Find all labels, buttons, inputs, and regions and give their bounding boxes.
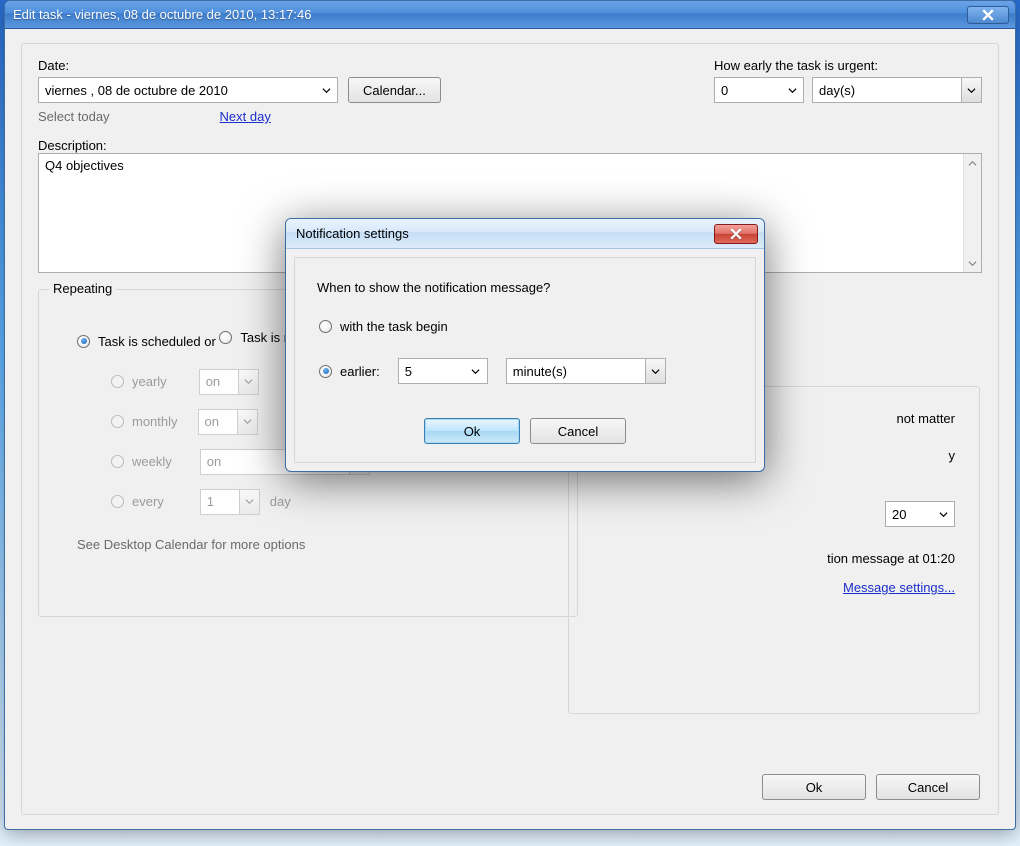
calendar-button[interactable]: Calendar... (348, 77, 441, 103)
chevron-down-icon (783, 78, 801, 102)
chevron-down-icon (645, 359, 665, 383)
modal-ok-button[interactable]: Ok (424, 418, 520, 444)
chevron-down-icon (934, 502, 952, 526)
date-value: viernes , 08 de octubre de 2010 (45, 83, 228, 98)
modal-question: When to show the notification message? (317, 280, 733, 295)
radio-every: every (111, 494, 164, 509)
main-close-button[interactable] (967, 6, 1009, 24)
date-picker[interactable]: viernes , 08 de octubre de 2010 (38, 77, 338, 103)
message-settings-link[interactable]: Message settings... (843, 580, 955, 595)
scroll-down-icon (964, 254, 981, 272)
modal-titlebar[interactable]: Notification settings (286, 219, 764, 249)
radio-earlier[interactable]: earlier: (319, 364, 380, 379)
repeating-title: Repeating (49, 281, 116, 296)
every-amount-select: 1 (200, 489, 260, 515)
main-ok-button[interactable]: Ok (762, 774, 866, 800)
radio-monthly: monthly (111, 414, 178, 429)
main-titlebar[interactable]: Edit task - viernes, 08 de octubre de 20… (5, 1, 1015, 29)
radio-with-begin[interactable]: with the task begin (319, 319, 733, 334)
radio-yearly: yearly (111, 374, 167, 389)
modal-title: Notification settings (296, 226, 714, 241)
earlier-amount-select[interactable]: 5 (398, 358, 488, 384)
select-today-link[interactable]: Select today (38, 109, 110, 124)
next-day-link[interactable]: Next day (220, 109, 271, 124)
window-title: Edit task - viernes, 08 de octubre de 20… (13, 7, 967, 22)
date-label: Date: (38, 58, 69, 73)
radio-task-once[interactable]: Task is scheduled or (77, 334, 216, 349)
monthly-on-select: on (198, 409, 258, 435)
main-cancel-button[interactable]: Cancel (876, 774, 980, 800)
scroll-up-icon (964, 154, 981, 172)
yearly-on-select: on (199, 369, 259, 395)
earlier-unit-select[interactable]: minute(s) (506, 358, 666, 384)
urgent-unit-select[interactable]: day(s) (812, 77, 982, 103)
scrollbar[interactable] (963, 154, 981, 272)
chevron-down-icon (961, 78, 981, 102)
urgent-label: How early the task is urgent: (714, 58, 878, 73)
modal-close-button[interactable] (714, 224, 758, 244)
urgent-amount-select[interactable]: 0 (714, 77, 804, 103)
chevron-down-icon (467, 359, 485, 383)
chevron-down-icon (317, 78, 335, 102)
modal-cancel-button[interactable]: Cancel (530, 418, 626, 444)
close-icon (982, 9, 994, 21)
radio-weekly: weekly (111, 454, 172, 469)
notification-settings-dialog: Notification settings When to show the n… (285, 218, 765, 560)
description-label: Description: (38, 138, 107, 153)
right-time-select[interactable]: 20 (885, 501, 955, 527)
close-icon (730, 228, 742, 240)
